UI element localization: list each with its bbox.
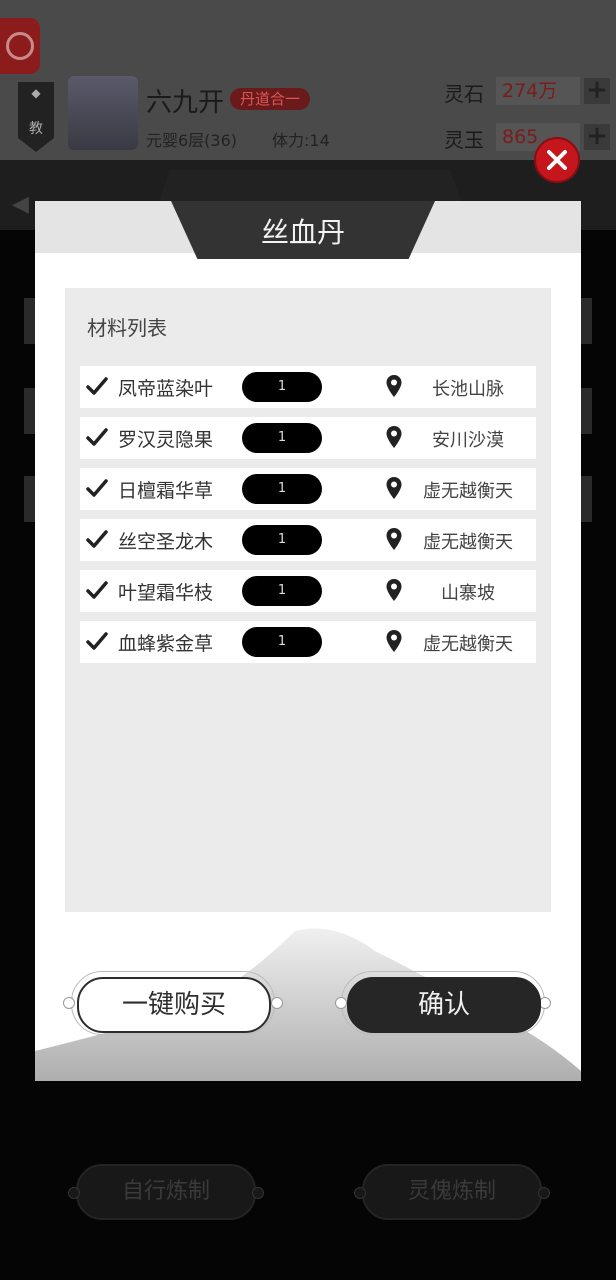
puppet-refine-button[interactable]: 灵傀炼制 — [354, 1164, 550, 1220]
material-row[interactable]: 罗汉灵隐果 1 安川沙漠 — [80, 417, 536, 459]
spirit-stone-label: 灵石 — [444, 82, 484, 106]
player-stamina: 体力:14 — [272, 131, 330, 150]
material-quantity: 1 — [242, 627, 322, 657]
game-logo-icon[interactable] — [0, 18, 40, 74]
material-row[interactable]: 日檀霜华草 1 虚无越衡天 — [80, 468, 536, 510]
material-row[interactable]: 叶望霜华枝 1 山寨坡 — [80, 570, 536, 612]
player-name: 六九开 — [146, 88, 225, 118]
material-name: 罗汉灵隐果 — [118, 429, 214, 451]
location-pin-icon[interactable] — [385, 527, 403, 551]
material-location[interactable]: 长池山脉 — [404, 375, 532, 401]
bg-slot — [580, 388, 592, 434]
location-pin-icon[interactable] — [385, 374, 403, 398]
add-spirit-jade-button[interactable]: + — [584, 123, 610, 150]
check-icon — [86, 632, 108, 650]
location-pin-icon[interactable] — [385, 629, 403, 653]
material-location[interactable]: 虚无越衡天 — [404, 528, 532, 554]
back-arrow-icon[interactable]: ◀ — [12, 192, 29, 217]
modal-title: 丝血丹 — [260, 216, 345, 249]
material-quantity: 1 — [242, 372, 322, 402]
spirit-jade-label: 灵玉 — [444, 128, 484, 152]
material-row[interactable]: 丝空圣龙木 1 虚无越衡天 — [80, 519, 536, 561]
material-row[interactable]: 血蜂紫金草 1 虚无越衡天 — [80, 621, 536, 663]
sect-badge[interactable]: ◆ 教 — [18, 82, 54, 152]
check-icon — [86, 428, 108, 446]
location-pin-icon[interactable] — [385, 476, 403, 500]
material-quantity: 1 — [242, 525, 322, 555]
material-quantity: 1 — [242, 474, 322, 504]
location-pin-icon[interactable] — [385, 578, 403, 602]
material-name: 日檀霜华草 — [118, 480, 214, 502]
material-name: 丝空圣龙木 — [118, 531, 214, 553]
close-button[interactable] — [534, 137, 580, 183]
material-name: 叶望霜华枝 — [118, 582, 214, 604]
spirit-stone-value: 274万 — [496, 77, 580, 105]
material-quantity: 1 — [242, 423, 322, 453]
buy-button-ornament — [63, 997, 75, 1009]
confirm-button-ornament — [335, 997, 347, 1009]
material-location[interactable]: 安川沙漠 — [404, 426, 532, 452]
player-level: 元婴6层(36) — [146, 131, 238, 150]
sect-char: 教 — [29, 121, 43, 137]
self-refine-button[interactable]: 自行炼制 — [68, 1164, 264, 1220]
check-icon — [86, 581, 108, 599]
check-icon — [86, 479, 108, 497]
material-name: 凤帝蓝染叶 — [118, 378, 214, 400]
material-location[interactable]: 虚无越衡天 — [404, 477, 532, 503]
confirm-button[interactable]: 确认 — [347, 977, 541, 1033]
buy-all-button[interactable]: 一键购买 — [77, 977, 271, 1033]
bg-slot — [580, 298, 592, 344]
player-title-badge: 丹道合一 — [230, 88, 311, 110]
location-pin-icon[interactable] — [385, 425, 403, 449]
close-icon — [547, 150, 567, 170]
check-icon — [86, 530, 108, 548]
materials-panel: 材料列表 凤帝蓝染叶 1 长池山脉 罗汉灵隐果 1 安川沙漠 日檀霜华草 1 虚无越衡天 丝空圣龙… — [65, 288, 551, 912]
material-name: 血蜂紫金草 — [118, 633, 214, 655]
material-row[interactable]: 凤帝蓝染叶 1 长池山脉 — [80, 366, 536, 408]
avatar[interactable] — [68, 76, 138, 150]
material-quantity: 1 — [242, 576, 322, 606]
add-spirit-stone-button[interactable]: + — [584, 77, 610, 104]
bg-slot — [580, 476, 592, 522]
materials-heading: 材料列表 — [87, 316, 167, 340]
check-icon — [86, 377, 108, 395]
buy-button-ornament — [271, 997, 283, 1009]
sect-diamond-icon: ◆ — [31, 86, 41, 100]
material-location[interactable]: 山寨坡 — [404, 579, 532, 605]
recipe-modal: 丝血丹 材料列表 凤帝蓝染叶 1 长池山脉罗汉灵隐果 1 安川沙漠日檀霜华草 1 虚无越衡天… — [35, 201, 581, 1081]
material-location[interactable]: 虚无越衡天 — [404, 630, 532, 656]
